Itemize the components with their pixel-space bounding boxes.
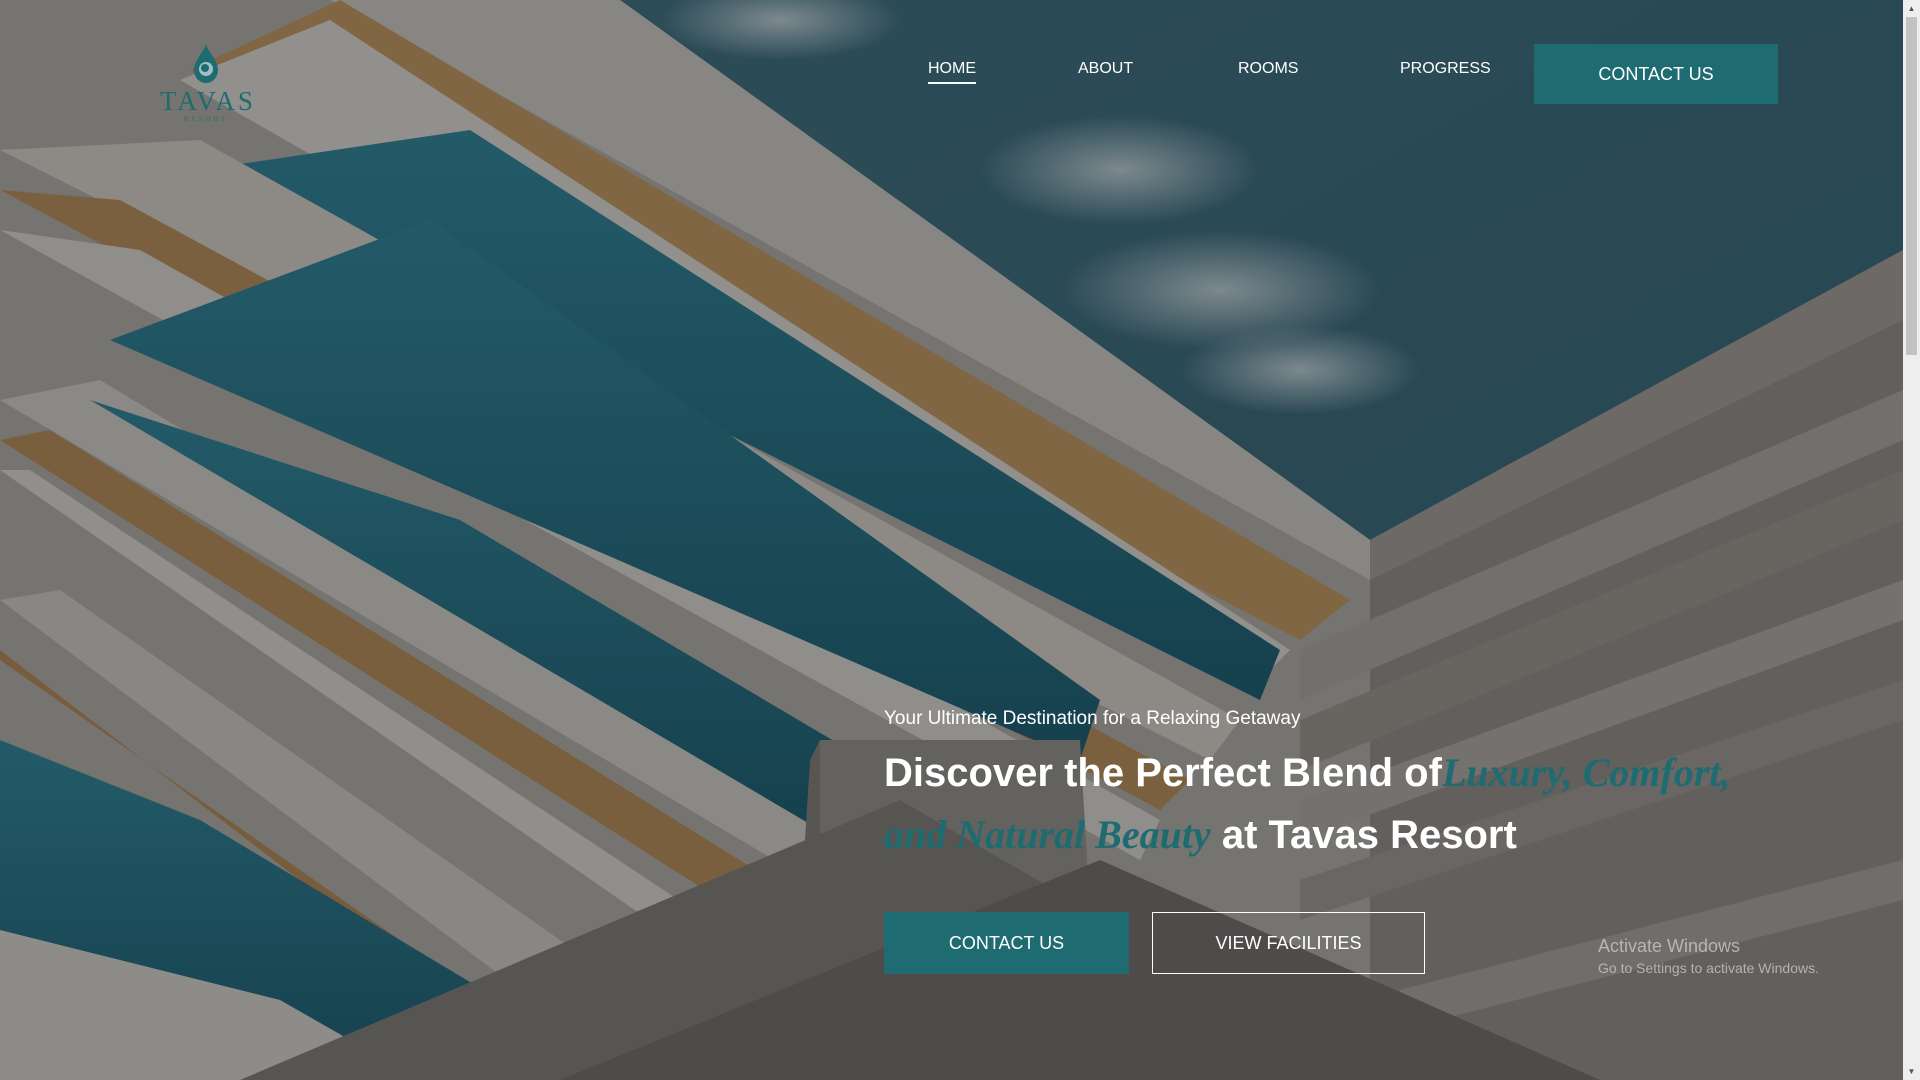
watermark-subtitle: Go to Settings to activate Windows. <box>1598 960 1819 976</box>
scroll-up-arrow-icon[interactable]: ▲ <box>1903 0 1920 17</box>
nav-item-about[interactable]: ABOUT <box>1078 60 1133 78</box>
brand-tagline: RESORT <box>183 115 229 123</box>
nav-item-progress[interactable]: PROGRESS <box>1400 60 1491 78</box>
contact-us-button[interactable]: CONTACT US <box>884 912 1129 974</box>
watermark-title: Activate Windows <box>1598 936 1741 956</box>
view-facilities-button[interactable]: VIEW FACILITIES <box>1152 912 1425 974</box>
scroll-down-arrow-icon[interactable]: ▼ <box>1903 1063 1920 1080</box>
hero-title: Discover the Perfect Blend ofLuxury, Com… <box>884 742 1784 866</box>
hero-title-lead: Discover the Perfect Blend of <box>884 751 1442 795</box>
water-drop-icon <box>194 44 218 83</box>
page-scrollbar[interactable]: ▲ ▼ <box>1903 0 1920 1080</box>
nav-item-home[interactable]: HOME <box>928 60 976 84</box>
windows-activation-watermark: Activate Windows Go to Settings to activ… <box>1598 936 1819 976</box>
brand-logo[interactable]: TAVAS RESORT <box>160 40 256 124</box>
hero-tagline: Your Ultimate Destination for a Relaxing… <box>884 708 1301 729</box>
nav-item-rooms[interactable]: ROOMS <box>1238 60 1298 78</box>
brand-name: TAVAS <box>160 86 256 116</box>
hero-title-tail: at Tavas Resort <box>1210 813 1517 857</box>
scrollbar-thumb[interactable] <box>1906 17 1917 355</box>
nav-contact-button[interactable]: CONTACT US <box>1534 44 1778 104</box>
